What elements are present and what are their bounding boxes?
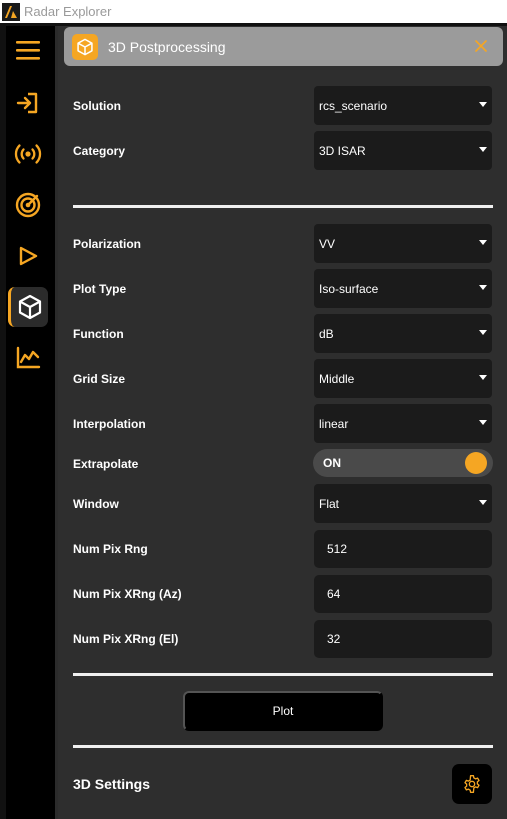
section-divider [73, 673, 493, 676]
plot-type-value: Iso-surface [319, 282, 379, 296]
num-pix-xrng-el-label: Num Pix XRng (El) [73, 632, 179, 646]
chevron-down-icon [479, 500, 487, 505]
category-select[interactable]: 3D ISAR [314, 131, 492, 170]
import-icon [16, 92, 38, 114]
num-pix-xrng-az-input[interactable]: 64 [314, 575, 492, 613]
function-value: dB [319, 327, 334, 341]
title-bar: Radar Explorer [0, 0, 507, 23]
cube-icon [18, 294, 41, 320]
window-select[interactable]: Flat [314, 484, 492, 523]
app-logo-icon [2, 2, 20, 21]
radar-target-icon [15, 192, 41, 218]
extrapolate-state: ON [323, 456, 341, 470]
num-pix-rng-input[interactable]: 512 [314, 530, 492, 568]
toggle-knob [465, 452, 487, 474]
interpolation-label: Interpolation [73, 417, 146, 431]
section-divider [73, 205, 493, 208]
chevron-down-icon [479, 330, 487, 335]
app-title: Radar Explorer [24, 4, 112, 19]
sidebar-item-chart[interactable] [8, 338, 48, 378]
panel-title: 3D Postprocessing [108, 38, 226, 55]
solution-value: rcs_scenario [319, 99, 388, 113]
sidebar-item-import[interactable] [8, 83, 48, 123]
solution-label: Solution [73, 99, 121, 113]
chevron-down-icon [479, 285, 487, 290]
interpolation-select[interactable]: linear [314, 404, 492, 443]
section-divider [73, 745, 493, 748]
interpolation-value: linear [319, 417, 349, 431]
sidebar-item-radar[interactable] [8, 185, 48, 225]
sidebar-item-run[interactable] [8, 236, 48, 276]
play-icon [19, 246, 38, 266]
polarization-label: Polarization [73, 237, 142, 251]
sidebar-rail [0, 26, 6, 819]
chevron-down-icon [479, 240, 487, 245]
chevron-down-icon [479, 102, 487, 107]
polarization-value: VV [319, 237, 336, 251]
polarization-select[interactable]: VV [314, 224, 492, 263]
close-button[interactable] [471, 36, 491, 56]
solution-select[interactable]: rcs_scenario [314, 86, 492, 125]
num-pix-xrng-az-value: 64 [327, 587, 341, 601]
plot-type-select[interactable]: Iso-surface [314, 269, 492, 308]
chevron-down-icon [479, 420, 487, 425]
settings-button[interactable] [452, 764, 492, 804]
extrapolate-toggle[interactable]: ON [313, 449, 493, 477]
plot-button[interactable]: Plot [183, 691, 383, 731]
num-pix-rng-value: 512 [327, 542, 348, 556]
num-pix-xrng-el-value: 32 [327, 632, 341, 646]
close-icon [475, 40, 487, 52]
panel-header: 3D Postprocessing [64, 27, 503, 66]
extrapolate-label: Extrapolate [73, 457, 139, 471]
cube-icon [72, 33, 98, 60]
sidebar-item-3d-postprocessing[interactable] [8, 287, 48, 327]
settings-section-title: 3D Settings [73, 776, 151, 792]
line-chart-icon [16, 346, 41, 369]
gear-icon [464, 775, 480, 793]
chevron-down-icon [479, 147, 487, 152]
num-pix-xrng-el-input[interactable]: 32 [314, 620, 492, 658]
window-value: Flat [319, 497, 340, 511]
grid-size-value: Middle [319, 372, 355, 386]
broadcast-icon [14, 144, 42, 164]
function-select[interactable]: dB [314, 314, 492, 353]
category-label: Category [73, 144, 126, 158]
window-label: Window [73, 497, 119, 511]
num-pix-xrng-az-label: Num Pix XRng (Az) [73, 587, 182, 601]
num-pix-rng-label: Num Pix Rng [73, 542, 148, 556]
function-label: Function [73, 327, 124, 341]
sidebar-item-broadcast[interactable] [8, 134, 48, 174]
grid-size-select[interactable]: Middle [314, 359, 492, 398]
chevron-down-icon [479, 375, 487, 380]
menu-icon [16, 41, 40, 60]
sidebar-item-menu[interactable] [8, 30, 48, 70]
plot-type-label: Plot Type [73, 282, 127, 296]
grid-size-label: Grid Size [73, 372, 126, 386]
category-value: 3D ISAR [319, 144, 366, 158]
